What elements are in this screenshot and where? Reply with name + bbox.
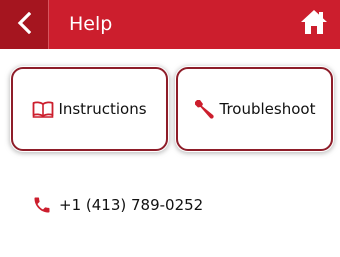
home-button[interactable]	[296, 6, 332, 42]
contact-phone-row[interactable]: +1 (413) 789-0252	[32, 190, 203, 220]
phone-icon	[32, 195, 52, 215]
book-icon	[32, 100, 54, 118]
page-title: Help	[69, 13, 113, 35]
home-icon	[300, 9, 328, 39]
back-button[interactable]	[0, 0, 49, 49]
phone-number: +1 (413) 789-0252	[59, 196, 204, 214]
instructions-label: Instructions	[58, 100, 147, 118]
instructions-button[interactable]: Instructions	[11, 67, 168, 151]
wrench-icon	[194, 98, 216, 120]
chevron-left-icon	[17, 11, 32, 38]
troubleshoot-label: Troubleshoot	[219, 100, 316, 118]
header-bar: Help	[0, 0, 340, 49]
troubleshoot-button[interactable]: Troubleshoot	[176, 67, 333, 151]
